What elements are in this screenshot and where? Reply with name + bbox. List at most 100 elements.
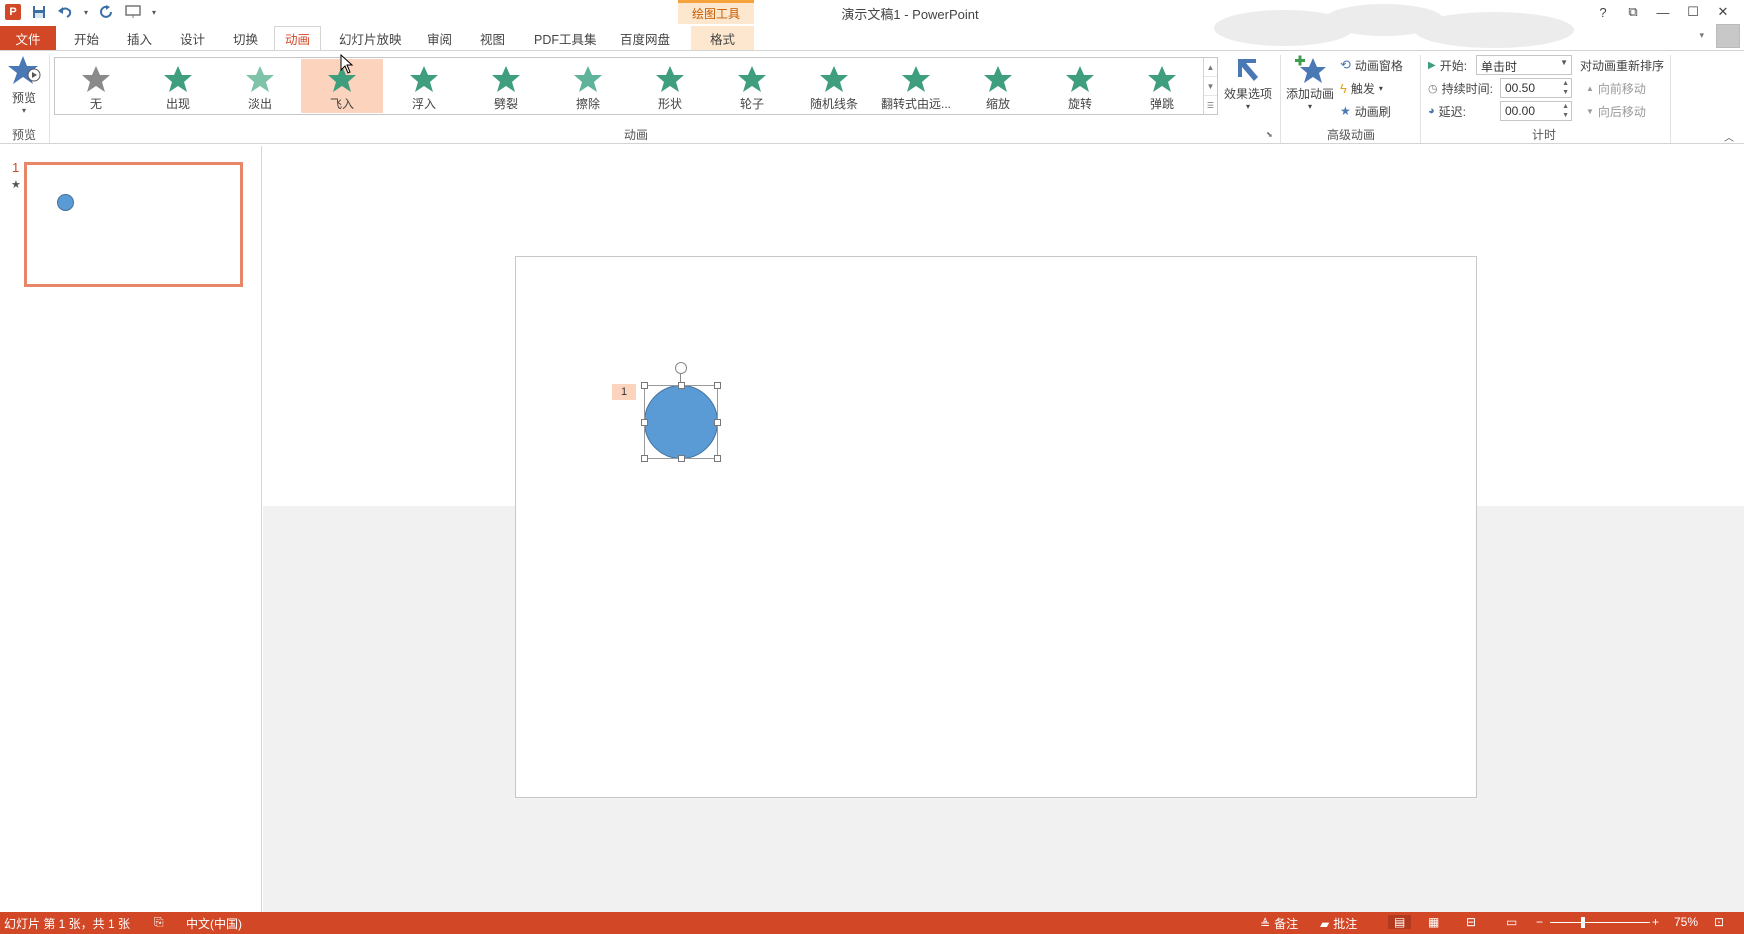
animation-option[interactable]: 弹跳 xyxy=(1121,59,1203,113)
slideshow-from-start-icon[interactable] xyxy=(124,3,142,21)
animation-option[interactable]: 浮入 xyxy=(383,59,465,113)
collapse-ribbon-icon[interactable]: ︿ xyxy=(1724,129,1734,144)
animation-dialog-launcher-icon[interactable]: ⬊ xyxy=(1266,130,1273,139)
tab-transitions[interactable]: 切换 xyxy=(223,26,268,50)
rotate-handle-icon[interactable] xyxy=(675,362,687,374)
resize-handle[interactable] xyxy=(714,382,721,389)
animation-option[interactable]: 随机线条 xyxy=(793,59,875,113)
close-icon[interactable]: ✕ xyxy=(1708,2,1738,22)
trigger-button[interactable]: ϟ 触发 ▾ xyxy=(1340,78,1383,98)
move-earlier-button[interactable]: ▲ 向前移动 xyxy=(1586,78,1646,98)
resize-handle[interactable] xyxy=(714,455,721,462)
tab-file[interactable]: 文件 xyxy=(0,26,56,50)
animation-option[interactable]: 轮子 xyxy=(711,59,793,113)
tab-view[interactable]: 视图 xyxy=(470,26,515,50)
slide-sorter-view-icon[interactable]: ▦ xyxy=(1428,915,1439,929)
move-later-button[interactable]: ▼ 向后移动 xyxy=(1586,101,1646,121)
tab-slideshow[interactable]: 幻灯片放映 xyxy=(329,26,412,50)
animation-option-label: 劈裂 xyxy=(493,97,518,111)
animation-star-icon xyxy=(1148,66,1176,92)
language-indicator[interactable]: 中文(中国) xyxy=(186,915,242,932)
account-dropdown-icon[interactable]: ▾ xyxy=(1699,30,1704,41)
animation-painter-button[interactable]: ★ 动画刷 xyxy=(1340,101,1391,121)
ribbon-display-options-icon[interactable]: ⧉ xyxy=(1618,2,1648,22)
maximize-icon[interactable]: ☐ xyxy=(1678,2,1708,22)
undo-dropdown-icon[interactable]: ▾ xyxy=(82,3,90,21)
effect-options-button[interactable]: 效果选项 ▾ xyxy=(1220,55,1276,111)
animation-option[interactable]: 劈裂 xyxy=(465,59,547,113)
clock-icon: ◷ xyxy=(1428,82,1438,95)
animation-star-icon xyxy=(820,66,848,92)
zoom-slider-thumb[interactable] xyxy=(1581,917,1585,928)
group-label-animation: 动画 xyxy=(623,128,648,142)
animation-pane-button[interactable]: ⟲ 动画窗格 xyxy=(1340,55,1403,75)
notes-button[interactable]: ≜ 备注 xyxy=(1260,915,1298,932)
duration-spin-icon[interactable]: ▲ ▼ xyxy=(1562,79,1569,97)
animation-option-label: 出现 xyxy=(165,97,190,111)
slide-canvas[interactable]: 1 xyxy=(515,256,1477,798)
gallery-scroll-down-icon[interactable]: ▼ xyxy=(1204,77,1217,96)
reading-view-icon[interactable]: ⊟ xyxy=(1466,915,1476,929)
tab-pdf-tools[interactable]: PDF工具集 xyxy=(524,26,607,50)
animation-option[interactable]: 缩放 xyxy=(957,59,1039,113)
delay-stepper[interactable]: 00.00 ▲ ▼ xyxy=(1500,101,1572,121)
preview-button[interactable]: 预览 ▾ xyxy=(4,55,44,117)
add-animation-button[interactable]: 添加动画 ▾ xyxy=(1284,55,1336,111)
animation-star-icon xyxy=(1066,66,1094,92)
resize-handle[interactable] xyxy=(678,455,685,462)
preview-dropdown-icon[interactable]: ▾ xyxy=(22,106,26,115)
slide-thumbnail[interactable] xyxy=(24,162,243,287)
undo-icon[interactable] xyxy=(56,3,74,21)
help-icon[interactable]: ? xyxy=(1588,2,1618,22)
tab-home[interactable]: 开始 xyxy=(64,26,109,50)
resize-handle[interactable] xyxy=(714,419,721,426)
slideshow-view-icon[interactable]: ▭ xyxy=(1506,915,1517,929)
animation-option-label: 弹跳 xyxy=(1149,97,1174,111)
save-icon[interactable] xyxy=(30,3,48,21)
tab-baidu-netdisk[interactable]: 百度网盘 xyxy=(610,26,680,50)
tab-review[interactable]: 审阅 xyxy=(417,26,462,50)
start-select[interactable]: 单击时 ▼ xyxy=(1476,55,1572,75)
effect-options-dropdown-icon: ▾ xyxy=(1245,102,1250,111)
animation-option[interactable]: 无 xyxy=(55,59,137,113)
zoom-in-button[interactable]: + xyxy=(1652,915,1659,929)
notes-label: 备注 xyxy=(1274,917,1299,931)
customize-qat-icon[interactable]: ▾ xyxy=(150,3,158,21)
tab-design[interactable]: 设计 xyxy=(170,26,215,50)
zoom-level[interactable]: 75% xyxy=(1674,915,1698,929)
tab-animations[interactable]: 动画 xyxy=(274,26,322,51)
animation-option[interactable]: 旋转 xyxy=(1039,59,1121,113)
resize-handle[interactable] xyxy=(641,419,648,426)
zoom-out-button[interactable]: − xyxy=(1536,915,1543,929)
delay-spin-icon[interactable]: ▲ ▼ xyxy=(1562,102,1569,120)
start-select-value: 单击时 xyxy=(1481,60,1518,74)
animation-option[interactable]: 淡出 xyxy=(219,59,301,113)
animation-pane-label: 动画窗格 xyxy=(1354,58,1403,73)
fit-to-window-icon[interactable]: ⊡ xyxy=(1714,915,1724,929)
group-separator xyxy=(1280,55,1281,143)
animation-star-icon xyxy=(902,66,930,92)
gallery-scroll-up-icon[interactable]: ▲ xyxy=(1204,58,1217,77)
zoom-slider[interactable] xyxy=(1550,922,1650,923)
selection-box xyxy=(644,385,718,459)
minimize-icon[interactable]: — xyxy=(1648,2,1678,22)
animation-option[interactable]: 出现 xyxy=(137,59,219,113)
spell-check-icon[interactable]: ⎘ xyxy=(154,915,164,930)
resize-handle[interactable] xyxy=(641,382,648,389)
animation-order-tag[interactable]: 1 xyxy=(612,384,636,400)
gallery-more-icon[interactable]: ☰ xyxy=(1204,96,1217,114)
resize-handle[interactable] xyxy=(641,455,648,462)
resize-handle[interactable] xyxy=(678,382,685,389)
tab-insert[interactable]: 插入 xyxy=(117,26,162,50)
duration-stepper[interactable]: 00.50 ▲ ▼ xyxy=(1500,78,1572,98)
tab-format[interactable]: 格式 xyxy=(691,26,754,50)
normal-view-icon[interactable]: ▤ xyxy=(1388,915,1412,929)
animation-option[interactable]: 形状 xyxy=(629,59,711,113)
avatar[interactable] xyxy=(1716,24,1740,48)
comments-button[interactable]: ▰ 批注 xyxy=(1320,915,1357,932)
redo-icon[interactable] xyxy=(98,3,116,21)
quick-access-toolbar: P ▾ ▾ xyxy=(4,2,158,22)
animation-option[interactable]: 擦除 xyxy=(547,59,629,113)
animation-option[interactable]: 翻转式由远... xyxy=(875,59,957,113)
animation-option-label: 轮子 xyxy=(739,97,764,111)
